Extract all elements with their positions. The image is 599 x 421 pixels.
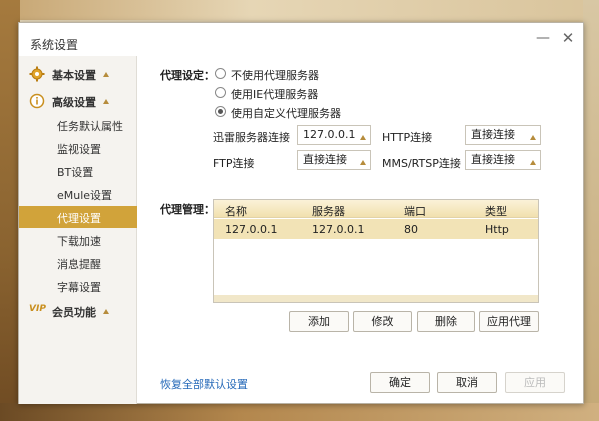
dialog-title: 系统设置	[30, 38, 79, 52]
sidebar-item-subtitles[interactable]: 字幕设置	[19, 275, 137, 297]
sidebar-item-label: 代理设置	[57, 212, 101, 225]
ftp-select[interactable]: 直接连接	[297, 150, 371, 170]
column-header-port[interactable]: 端口	[404, 203, 426, 219]
cancel-button[interactable]: 取消	[437, 372, 497, 393]
cell-port: 80	[404, 223, 418, 236]
thunder-server-select[interactable]: 127.0.0.1	[297, 125, 371, 145]
select-value: 127.0.0.1	[303, 128, 356, 141]
column-header-name[interactable]: 名称	[225, 203, 247, 219]
sidebar-item-emule[interactable]: eMule设置	[19, 183, 137, 205]
proxy-settings-label: 代理设定：	[160, 69, 215, 82]
radio-custom-proxy[interactable]	[215, 106, 226, 117]
add-button[interactable]: 添加	[289, 311, 349, 332]
sidebar-group-label: 基本设置	[52, 69, 96, 82]
select-value: 直接连接	[471, 128, 515, 141]
table-header: 名称 服务器 端口 类型	[214, 200, 538, 218]
sidebar-item-download-speedup[interactable]: 下载加速	[19, 229, 137, 251]
dropdown-arrow-icon	[530, 160, 536, 165]
sidebar-item-bt[interactable]: BT设置	[19, 160, 137, 182]
background-right	[583, 0, 599, 421]
column-header-type[interactable]: 类型	[485, 203, 507, 219]
thunder-server-label: 迅雷服务器连接	[213, 131, 290, 144]
background-bottom	[0, 403, 599, 421]
radio-ie-proxy[interactable]	[215, 87, 226, 98]
proxy-table: 名称 服务器 端口 类型 127.0.0.1 127.0.0.1 80 Http	[213, 199, 539, 303]
ok-button[interactable]: 确定	[370, 372, 430, 393]
edit-button[interactable]: 修改	[353, 311, 412, 332]
cell-type: Http	[485, 223, 509, 236]
radio-no-proxy[interactable]	[215, 68, 226, 79]
restore-defaults-link[interactable]: 恢复全部默认设置	[160, 376, 248, 392]
dropdown-arrow-icon	[530, 135, 536, 140]
sidebar-item-label: eMule设置	[57, 189, 113, 202]
sidebar-item-label: BT设置	[57, 166, 94, 179]
sidebar-group-basic[interactable]: 基本设置	[19, 63, 137, 85]
select-value: 直接连接	[471, 153, 515, 166]
minimize-button[interactable]: —	[534, 29, 552, 47]
cell-server: 127.0.0.1	[312, 223, 365, 236]
http-label: HTTP连接	[382, 131, 433, 144]
dropdown-arrow-icon	[360, 160, 366, 165]
ftp-label: FTP连接	[213, 157, 255, 170]
horizontal-scrollbar[interactable]	[214, 295, 538, 302]
column-header-server[interactable]: 服务器	[312, 203, 345, 219]
table-row[interactable]: 127.0.0.1 127.0.0.1 80 Http	[214, 219, 538, 239]
sidebar-item-label: 字幕设置	[57, 281, 101, 294]
cell-name: 127.0.0.1	[225, 223, 278, 236]
http-select[interactable]: 直接连接	[465, 125, 541, 145]
expand-arrow-icon	[103, 72, 109, 77]
sidebar-group-label: 会员功能	[52, 306, 96, 319]
sidebar-item-label: 任务默认属性	[57, 120, 123, 133]
gear-icon	[29, 66, 45, 82]
apply-button[interactable]: 应用	[505, 372, 565, 393]
sidebar-item-label: 消息提醒	[57, 258, 101, 271]
sidebar-item-notifications[interactable]: 消息提醒	[19, 252, 137, 274]
proxy-manage-label: 代理管理：	[160, 203, 215, 216]
settings-dialog: 系统设置 — ✕ 基本设置 高级设置 任务默认属性 监视设置 BT设置 eMul…	[18, 22, 584, 404]
sidebar-group-advanced[interactable]: 高级设置	[19, 90, 137, 112]
sidebar-item-task-defaults[interactable]: 任务默认属性	[19, 114, 137, 136]
dropdown-arrow-icon	[360, 135, 366, 140]
mms-rtsp-label: MMS/RTSP连接	[382, 157, 461, 170]
sidebar: 基本设置 高级设置 任务默认属性 监视设置 BT设置 eMule设置 代理设置 …	[19, 56, 137, 404]
background-left	[0, 0, 20, 421]
vip-icon: VIP	[29, 304, 46, 314]
sidebar-item-proxy[interactable]: 代理设置	[19, 206, 137, 228]
select-value: 直接连接	[303, 153, 347, 166]
sidebar-group-vip[interactable]: VIP 会员功能	[19, 300, 137, 322]
close-button[interactable]: ✕	[559, 29, 577, 47]
radio-no-proxy-label[interactable]: 不使用代理服务器	[231, 67, 319, 83]
radio-custom-proxy-label[interactable]: 使用自定义代理服务器	[231, 105, 341, 121]
mms-rtsp-select[interactable]: 直接连接	[465, 150, 541, 170]
sidebar-group-label: 高级设置	[52, 96, 96, 109]
expand-arrow-icon	[103, 309, 109, 314]
delete-button[interactable]: 删除	[417, 311, 475, 332]
expand-arrow-icon	[103, 99, 109, 104]
apply-proxy-button[interactable]: 应用代理	[479, 311, 539, 332]
info-icon	[29, 93, 45, 109]
background-top	[20, 0, 599, 20]
radio-ie-proxy-label[interactable]: 使用IE代理服务器	[231, 86, 318, 102]
sidebar-item-label: 监视设置	[57, 143, 101, 156]
sidebar-item-label: 下载加速	[57, 235, 101, 248]
sidebar-item-monitor[interactable]: 监视设置	[19, 137, 137, 159]
